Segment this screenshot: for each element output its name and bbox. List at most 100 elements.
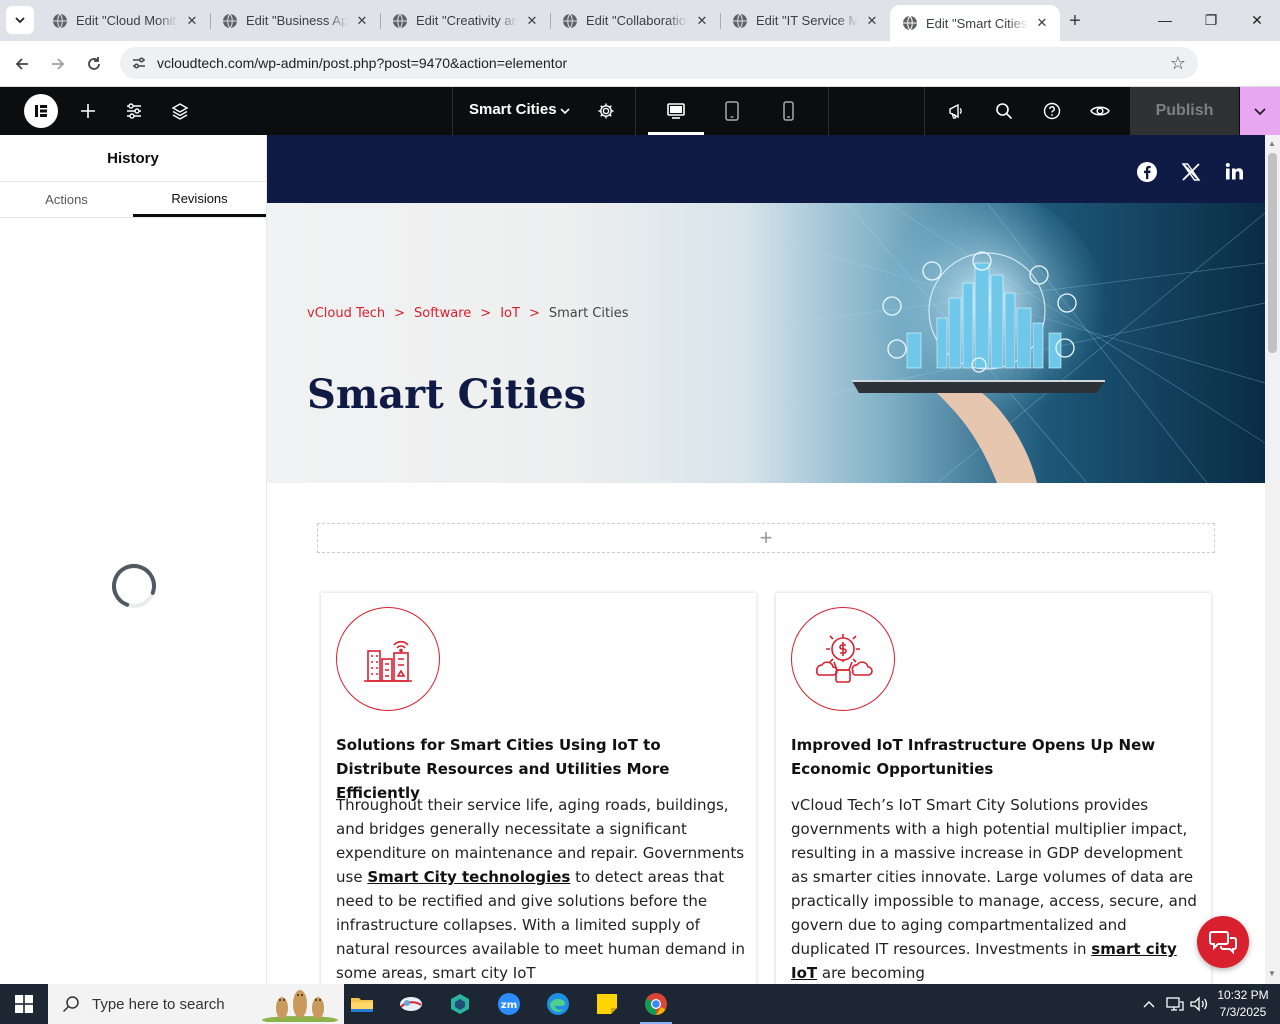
breadcrumb-current: Smart Cities xyxy=(548,306,629,321)
close-icon[interactable]: ✕ xyxy=(694,13,710,29)
globe-icon xyxy=(563,13,577,28)
breadcrumb-link[interactable]: Software xyxy=(414,306,471,321)
edge-taskbar-button[interactable] xyxy=(538,988,578,1020)
card-body: Throughout their service life, aging roa… xyxy=(336,793,746,984)
start-button[interactable] xyxy=(0,984,48,1024)
url-text: vcloudtech.com/wp-admin/post.php?post=94… xyxy=(157,55,568,71)
restore-button[interactable]: ❐ xyxy=(1188,0,1234,40)
search-icon xyxy=(62,996,79,1013)
linkedin-icon[interactable] xyxy=(1224,161,1246,183)
sticky-notes-icon xyxy=(597,994,617,1014)
card-link[interactable]: Smart City technologies xyxy=(367,868,570,886)
structure-button[interactable] xyxy=(168,99,192,123)
reload-button[interactable] xyxy=(79,49,109,79)
page-settings-button[interactable] xyxy=(594,99,618,123)
loading-spinner-icon xyxy=(112,564,156,608)
site-info-icon[interactable] xyxy=(124,55,154,71)
bookmark-star-icon[interactable]: ☆ xyxy=(1170,53,1186,74)
breadcrumb-separator: > xyxy=(394,306,405,321)
close-icon[interactable]: ✕ xyxy=(354,13,370,29)
breadcrumb-link[interactable]: IoT xyxy=(500,306,520,321)
sticky-notes-taskbar-button[interactable] xyxy=(587,988,627,1020)
notifications-button[interactable] xyxy=(944,99,968,123)
globe-icon xyxy=(53,13,67,28)
tablet-view-button[interactable] xyxy=(720,99,744,123)
browser-tab-strip: Edit "Cloud Monitoring ✕ Edit "Business … xyxy=(0,0,1280,41)
app-taskbar-button[interactable] xyxy=(440,988,480,1020)
card-icon-ring xyxy=(791,607,895,711)
card-title: Improved IoT Infrastructure Opens Up New… xyxy=(791,736,1156,778)
system-clock[interactable]: 10:32 PM 7/3/2025 xyxy=(1214,987,1272,1021)
scroll-up-icon[interactable]: ▲ xyxy=(1268,139,1276,148)
divider xyxy=(924,87,925,135)
x-twitter-icon[interactable] xyxy=(1180,161,1202,183)
divider xyxy=(635,87,636,135)
preview-button[interactable] xyxy=(1088,99,1112,123)
close-icon[interactable]: ✕ xyxy=(864,13,880,29)
elementor-logo-icon xyxy=(35,105,47,117)
gear-icon xyxy=(598,103,614,119)
edge-icon xyxy=(547,993,569,1015)
tab-revisions[interactable]: Revisions xyxy=(133,182,266,217)
meerkats-illustration xyxy=(262,990,338,1022)
elementor-logo-button[interactable] xyxy=(24,94,58,128)
chat-bubbles-icon xyxy=(1209,931,1237,955)
close-window-button[interactable]: ✕ xyxy=(1234,0,1280,40)
app-taskbar-button[interactable] xyxy=(391,988,431,1020)
divider xyxy=(828,87,829,135)
canvas-scrollbar[interactable]: ▲ ▼ xyxy=(1265,135,1280,984)
add-section-button[interactable]: + xyxy=(317,523,1215,553)
forward-button[interactable] xyxy=(43,49,73,79)
browser-tab[interactable]: Edit "IT Service Ma ✕ xyxy=(720,5,890,36)
feature-card: Solutions for Smart Cities Using IoT to … xyxy=(321,593,756,984)
zoom-taskbar-button[interactable]: zm xyxy=(489,988,529,1020)
tab-actions[interactable]: Actions xyxy=(0,182,133,217)
site-settings-button[interactable] xyxy=(122,99,146,123)
page-title: Smart Cities xyxy=(307,371,587,418)
browser-tab[interactable]: Edit "Creativity and ✕ xyxy=(380,5,551,36)
browser-tab[interactable]: Edit "Cloud Monitoring ✕ xyxy=(40,5,211,36)
tablet-icon xyxy=(725,101,739,121)
chat-widget-button[interactable] xyxy=(1197,916,1249,968)
document-menu-toggle[interactable] xyxy=(553,99,577,123)
close-icon[interactable]: ✕ xyxy=(184,13,200,29)
scrollbar-thumb[interactable] xyxy=(1268,153,1277,353)
chrome-taskbar-button[interactable] xyxy=(636,988,676,1024)
back-button[interactable] xyxy=(7,49,37,79)
add-element-button[interactable] xyxy=(76,99,100,123)
browser-tab[interactable]: Edit "Collaboration ✕ xyxy=(550,5,721,36)
scroll-down-icon[interactable]: ▼ xyxy=(1268,969,1276,978)
tray-overflow-icon[interactable] xyxy=(1142,984,1156,1024)
tab-title: Edit "Smart Cities" xyxy=(926,15,1028,31)
network-icon[interactable] xyxy=(1166,984,1184,1024)
close-icon[interactable]: ✕ xyxy=(524,13,540,29)
tab-title: Edit "Collaboration xyxy=(586,13,688,28)
new-tab-button[interactable]: + xyxy=(1062,8,1088,34)
volume-icon[interactable] xyxy=(1190,984,1208,1024)
publish-options-button[interactable] xyxy=(1240,87,1280,135)
breadcrumb-separator: > xyxy=(528,306,540,321)
browser-tab[interactable]: Edit "Business App ✕ xyxy=(210,5,381,36)
tab-search-button[interactable] xyxy=(6,6,34,34)
facebook-icon[interactable] xyxy=(1136,161,1158,183)
close-icon[interactable]: ✕ xyxy=(1034,15,1050,31)
breadcrumb: vCloud Tech > Software > IoT > Smart Cities xyxy=(307,306,628,321)
site-top-bar xyxy=(267,135,1265,203)
tab-title: Edit "Business App xyxy=(246,13,348,28)
reload-icon xyxy=(88,57,100,70)
help-button[interactable] xyxy=(1040,99,1064,123)
file-explorer-taskbar-button[interactable] xyxy=(342,988,382,1020)
breadcrumb-link[interactable]: vCloud Tech xyxy=(307,306,385,321)
windows-taskbar: Type here to search zm 10:32 PM 7/3/2025 xyxy=(0,984,1280,1024)
clock-time: 10:32 PM xyxy=(1217,988,1269,1002)
minimize-button[interactable]: — xyxy=(1142,0,1188,40)
mobile-view-button[interactable] xyxy=(776,99,800,123)
browser-tab-active[interactable]: Edit "Smart Cities" ✕ xyxy=(890,5,1060,41)
finder-button[interactable] xyxy=(992,99,1016,123)
taskbar-search[interactable]: Type here to search xyxy=(48,984,344,1024)
address-bar[interactable]: vcloudtech.com/wp-admin/post.php?post=94… xyxy=(120,47,1198,79)
chevron-down-icon xyxy=(560,108,570,115)
document-title[interactable]: Smart Cities xyxy=(469,101,557,118)
publish-button[interactable]: Publish xyxy=(1130,87,1239,135)
desktop-view-button[interactable] xyxy=(664,99,688,123)
